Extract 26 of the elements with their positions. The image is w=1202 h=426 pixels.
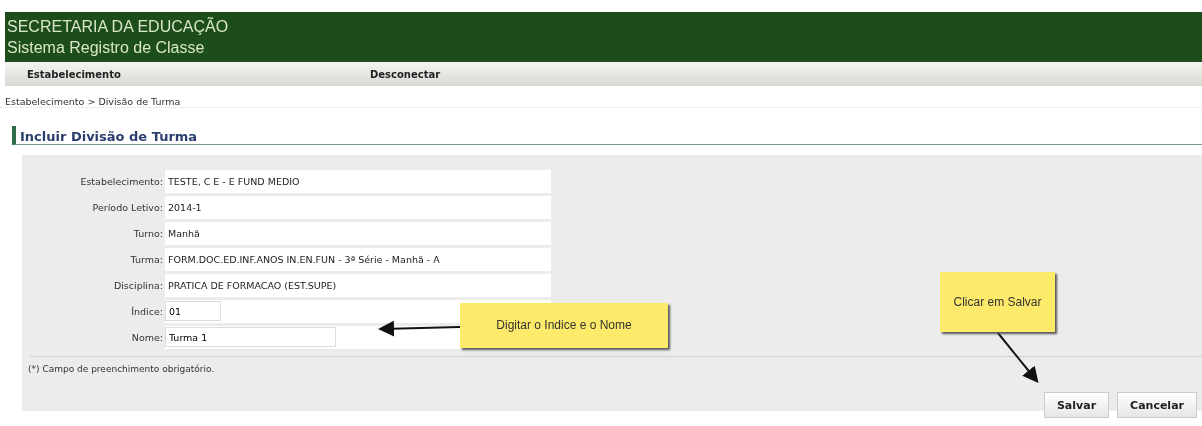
callout-note: Clicar em Salvar — [940, 272, 1055, 332]
input-field[interactable]: 01 — [165, 301, 221, 321]
required-note: (*) Campo de preenchimento obrigatório. — [28, 364, 216, 374]
cancel-button[interactable]: Cancelar — [1117, 392, 1197, 418]
field-value: Manhã — [165, 221, 551, 245]
field-label: Turno: — [132, 227, 164, 239]
field-value: PRATICA DE FORMACAO (EST.SUPE) — [165, 273, 551, 297]
save-button[interactable]: Salvar — [1043, 392, 1110, 418]
field-label: Estabelecimento: — [79, 175, 164, 187]
header-subtitle: Sistema Registro de Classe — [7, 38, 206, 58]
menu-item[interactable]: Estabelecimento — [5, 68, 348, 80]
breadcrumb: Estabelecimento > Divisão de Turma — [5, 96, 181, 107]
menu-item[interactable]: Desconectar — [348, 68, 548, 80]
field-value: 2014-1 — [165, 195, 551, 219]
field-label: Disciplina: — [112, 279, 164, 291]
field-value: FORM.DOC.ED.INF.ANOS IN.EN.FUN - 3ª Série - Manhã - A — [165, 247, 551, 271]
field-label: Nome: — [130, 331, 164, 343]
field-label: Período Letivo: — [91, 201, 164, 213]
header-title: SECRETARIA DA EDUCAÇÃO — [7, 16, 230, 37]
arrow — [997, 332, 1039, 384]
field-label: Turma: — [129, 253, 164, 265]
field-label: Índice: — [130, 305, 164, 317]
field-value: TESTE, C E - E FUND MEDIO — [165, 169, 551, 193]
section-title: Incluir Divisão de Turma — [20, 129, 198, 144]
input-field[interactable]: Turma 1 — [165, 327, 336, 347]
callout-note: Digitar o Indice e o Nome — [460, 303, 668, 348]
